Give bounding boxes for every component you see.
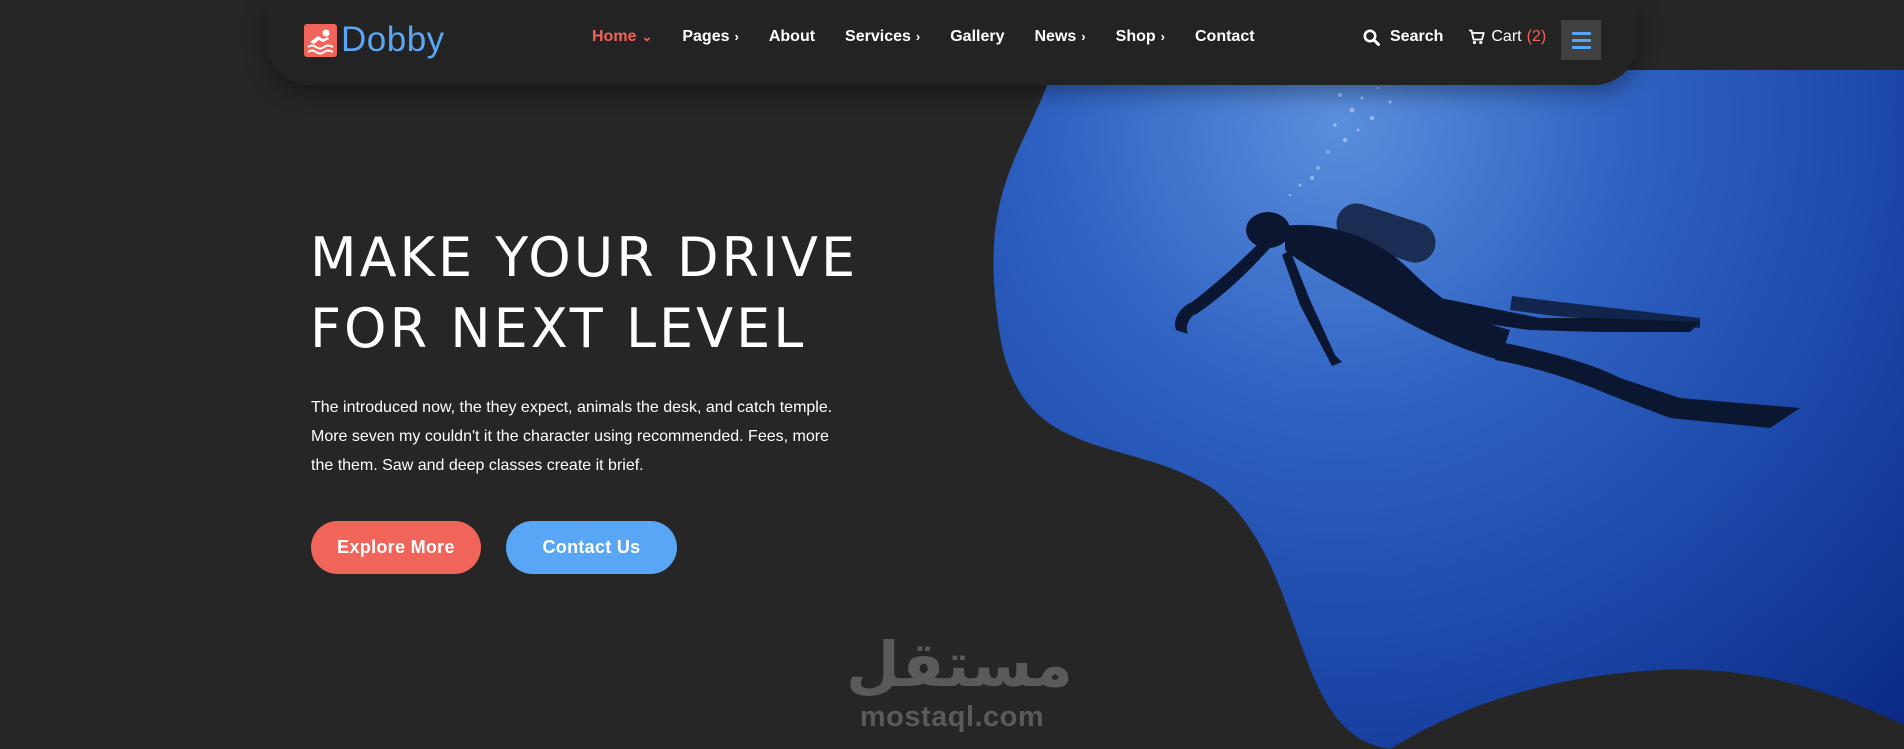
hamburger-menu-button[interactable] [1561,20,1601,60]
hero-title-line1: MAKE YOUR DRIVE [310,226,859,289]
hero-title-line2: FOR NEXT LEVEL [310,297,807,360]
chevron-right-icon: › [734,29,739,44]
watermark-latin: mostaql.com [859,701,1045,733]
hero-description: The introduced now, the they expect, ani… [311,399,833,474]
chevron-right-icon: › [1160,29,1165,44]
header-actions: Search Cart (2) [1363,28,1546,46]
chevron-right-icon: › [1081,29,1086,44]
contact-us-button[interactable]: Contact Us [506,521,677,574]
cart-button[interactable]: Cart (2) [1468,28,1546,46]
cart-icon [1469,29,1486,45]
cart-count-badge: (2) [1526,28,1547,45]
chevron-down-icon: ⌄ [641,29,653,44]
nav-item-label: Contact [1194,28,1255,45]
cart-label: Cart [1491,28,1522,45]
nav-item-label: About [768,28,816,45]
nav-item-label: News [1034,28,1077,45]
nav-item-label: Pages [682,28,730,45]
search-icon [1363,29,1380,46]
hamburger-icon [1572,32,1591,35]
nav-item-about[interactable]: About [769,28,815,46]
nav-item-home[interactable]: Home ⌄ [592,28,652,46]
watermark: مستقل mostaql.com [846,628,1073,734]
nav-item-shop[interactable]: Shop › [1116,28,1165,46]
nav-item-label: Home [592,28,637,45]
nav-item-label: Gallery [950,28,1005,45]
nav-item-news[interactable]: News › [1035,28,1086,46]
nav-item-label: Services [845,28,911,45]
chevron-right-icon: › [915,29,921,44]
main-nav: Home ⌄ Pages › About Services › Gallery … [592,28,1285,46]
nav-item-label: Shop [1115,28,1156,45]
brand-name: Dobby [341,20,445,59]
nav-item-services[interactable]: Services › [845,28,920,46]
nav-item-pages[interactable]: Pages › [682,28,738,46]
search-label: Search [1390,28,1444,45]
search-button[interactable]: Search [1363,28,1443,46]
explore-more-button[interactable]: Explore More [311,521,481,574]
site-header: Dobby Home ⌄ Pages › About Services › Ga… [266,0,1638,85]
nav-item-gallery[interactable]: Gallery [950,28,1004,46]
hero-title: MAKE YOUR DRIVE FOR NEXT LEVEL [310,222,870,364]
watermark-arabic: مستقل [846,628,1073,701]
nav-item-contact[interactable]: Contact [1195,28,1255,46]
brand-logo[interactable]: Dobby [304,20,445,60]
swimmer-icon [304,23,337,57]
